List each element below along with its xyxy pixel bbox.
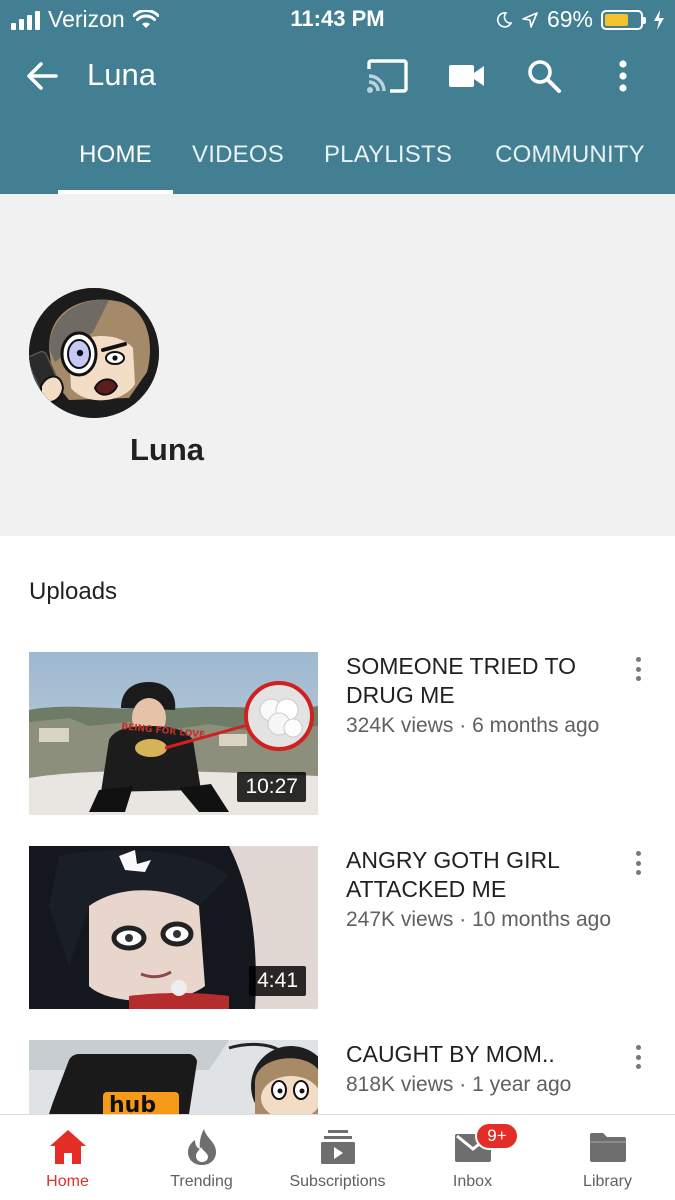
- search-button[interactable]: [521, 54, 567, 98]
- upload-video-button[interactable]: [444, 54, 490, 98]
- app-bar: Luna: [0, 40, 675, 112]
- bottom-navigation: Home Trending Subscriptions Inbox Librar…: [0, 1114, 675, 1200]
- location-arrow-icon: [522, 11, 538, 28]
- video-thumbnail[interactable]: hub: [29, 1040, 318, 1114]
- nav-home[interactable]: Home: [0, 1115, 135, 1200]
- channel-tabs: HOME VIDEOS PLAYLISTS COMMUNITY: [0, 126, 675, 194]
- wifi-icon: [132, 9, 159, 28]
- video-thumbnail[interactable]: 4:41: [29, 846, 318, 1009]
- carrier-label: Verizon: [48, 6, 125, 32]
- video-item[interactable]: BEING FOR LOVE 10:27 SOMEONE TRIED TO DR…: [0, 652, 675, 822]
- battery-icon: [601, 9, 646, 30]
- nav-icon-wrap: [270, 1127, 405, 1167]
- nav-icon-wrap: [0, 1127, 135, 1167]
- back-button[interactable]: [22, 56, 66, 96]
- video-age: 1 year ago: [472, 1073, 572, 1096]
- video-views: 247K views: [346, 908, 454, 931]
- video-more-button[interactable]: [626, 848, 650, 878]
- more-dot: [635, 657, 641, 662]
- more-options-button[interactable]: [600, 54, 646, 98]
- battery-level: [605, 13, 629, 26]
- cast-icon: [367, 59, 408, 93]
- flame-icon: [187, 1129, 216, 1165]
- thumbnail-image: hub: [29, 1040, 318, 1114]
- nav-label: Home: [46, 1173, 89, 1190]
- video-age: 10 months ago: [472, 908, 611, 931]
- nav-icon-wrap: [134, 1127, 269, 1167]
- nav-label: Library: [583, 1173, 632, 1190]
- app-header: Verizon 11:43 PM 69% Luna HOME VIDEOS PL…: [0, 0, 675, 194]
- video-duration: 4:41: [249, 966, 306, 996]
- video-age: 6 months ago: [472, 714, 600, 737]
- inbox-notification-badge: 9+: [475, 1122, 519, 1150]
- avatar[interactable]: [29, 288, 159, 418]
- battery-percent: 69%: [546, 6, 593, 32]
- cast-button[interactable]: [364, 54, 410, 98]
- signal-icon: [11, 10, 40, 30]
- more-dot: [635, 870, 641, 875]
- more-dot: [635, 676, 641, 681]
- more-dot: [635, 1045, 641, 1050]
- more-dot: [635, 1064, 641, 1069]
- tab-community[interactable]: COMMUNITY: [490, 126, 650, 194]
- folder-icon: [589, 1133, 626, 1162]
- video-title[interactable]: ANGRY GOTH GIRL ATTACKED ME: [346, 846, 608, 904]
- video-camera-icon: [449, 65, 484, 87]
- arrow-left-icon: [27, 62, 58, 90]
- more-dot: [635, 851, 641, 856]
- tab-playlists[interactable]: PLAYLISTS: [320, 126, 456, 194]
- nav-subscriptions[interactable]: Subscriptions: [270, 1115, 405, 1200]
- tab-label: VIDEOS: [192, 141, 284, 168]
- video-title[interactable]: SOMEONE TRIED TO DRUG ME: [346, 652, 608, 710]
- video-metadata: 818K views · 1 year ago: [346, 1073, 571, 1097]
- more-vert-icon: [619, 60, 627, 92]
- nav-icon-wrap: [405, 1127, 540, 1167]
- video-views: 818K views: [346, 1073, 454, 1096]
- tab-home[interactable]: HOME: [58, 126, 173, 194]
- uploads-section-title: Uploads: [29, 578, 118, 605]
- status-bar: Verizon 11:43 PM 69%: [0, 0, 675, 38]
- video-more-button[interactable]: [626, 654, 650, 684]
- avatar-illustration: [29, 288, 159, 418]
- video-views: 324K views: [346, 714, 454, 737]
- video-duration: 10:27: [237, 772, 306, 802]
- more-dot: [635, 1054, 641, 1060]
- tab-videos[interactable]: VIDEOS: [190, 126, 286, 194]
- channel-header: Luna: [0, 194, 675, 536]
- more-dot: [635, 860, 641, 866]
- nav-trending[interactable]: Trending: [134, 1115, 269, 1200]
- more-dot: [635, 666, 641, 672]
- video-thumbnail[interactable]: BEING FOR LOVE 10:27: [29, 652, 318, 815]
- channel-name: Luna: [130, 432, 205, 467]
- home-icon: [49, 1130, 86, 1164]
- nav-library[interactable]: Library: [540, 1115, 675, 1200]
- video-item[interactable]: 4:41 ANGRY GOTH GIRL ATTACKED ME 247K vi…: [0, 846, 675, 1016]
- nav-label: Trending: [170, 1173, 233, 1190]
- page-title: Luna: [87, 57, 156, 92]
- video-title[interactable]: CAUGHT BY MOM..: [346, 1040, 608, 1069]
- video-more-button[interactable]: [626, 1042, 650, 1072]
- video-metadata: 324K views · 6 months ago: [346, 714, 599, 738]
- video-metadata: 247K views · 10 months ago: [346, 908, 611, 932]
- subscriptions-icon: [320, 1130, 355, 1164]
- tab-label: HOME: [79, 141, 152, 168]
- status-left: Verizon: [11, 6, 159, 33]
- nav-icon-wrap: [540, 1127, 675, 1167]
- meta-separator: ·: [453, 714, 473, 737]
- nav-label: Subscriptions: [289, 1173, 386, 1190]
- meta-separator: ·: [453, 1073, 473, 1096]
- tab-label: PLAYLISTS: [323, 141, 453, 168]
- status-right: 69%: [495, 6, 665, 33]
- search-icon: [528, 60, 561, 93]
- meta-separator: ·: [453, 908, 473, 931]
- nav-inbox[interactable]: Inbox: [405, 1115, 540, 1200]
- moon-icon: [496, 11, 513, 28]
- thumbnail-laptop-text: hub: [109, 1093, 156, 1114]
- charging-bolt-icon: [654, 9, 664, 30]
- nav-label: Inbox: [452, 1173, 493, 1190]
- tab-label: COMMUNITY: [495, 141, 645, 168]
